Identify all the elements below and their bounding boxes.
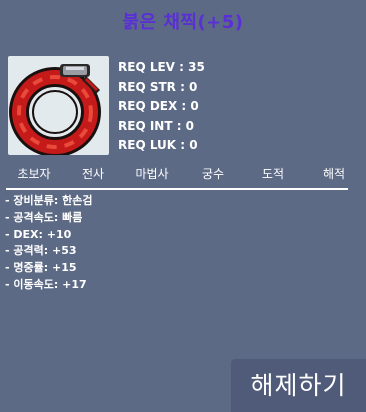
job-warrior: 전사 [81,167,105,181]
job-beginner: 초보자 [17,167,51,181]
job-bowman: 궁수 [201,167,225,181]
req-str: REQ STR : 0 [118,79,198,94]
req-level: REQ LEV : 35 [118,60,205,74]
stat-dex: - DEX: +10 [5,227,72,241]
job-pirate: 해적 [322,167,346,181]
divider [6,188,348,190]
req-int: REQ INT : 0 [118,118,195,133]
unequip-button[interactable]: 해제하기 [231,359,366,412]
req-dex: REQ DEX : 0 [118,99,199,114]
req-luk: REQ LUK : 0 [118,138,198,153]
job-list: 초보자 전사 마법사 궁수 도적 해적 [0,165,366,185]
stats-list: - 장비분류: 한손검 - 공격속도: 빠름 - DEX: +10 - 공격력:… [5,193,92,294]
red-whip-icon [9,64,101,157]
job-magician: 마법사 [135,167,169,181]
requirements-list: REQ LEV : 35 REQ STR : 0 REQ DEX : 0 REQ… [118,58,205,156]
stat-attack-speed: - 공격속도: 빠름 [5,210,83,224]
stat-equip-type: - 장비분류: 한손검 [5,194,93,207]
job-thief: 도적 [261,167,285,181]
stat-attack: - 공격력: +53 [5,244,77,258]
stat-speed: - 이동속도: +17 [5,277,87,291]
item-name: 붉은 채찍(+5) [122,12,244,33]
item-tooltip: 붉은 채찍(+5) REQ LEV : 35 REQ STR : 0 REQ D… [0,0,366,412]
stat-accuracy: - 명중률: +15 [5,261,77,275]
item-icon-frame [8,56,109,157]
